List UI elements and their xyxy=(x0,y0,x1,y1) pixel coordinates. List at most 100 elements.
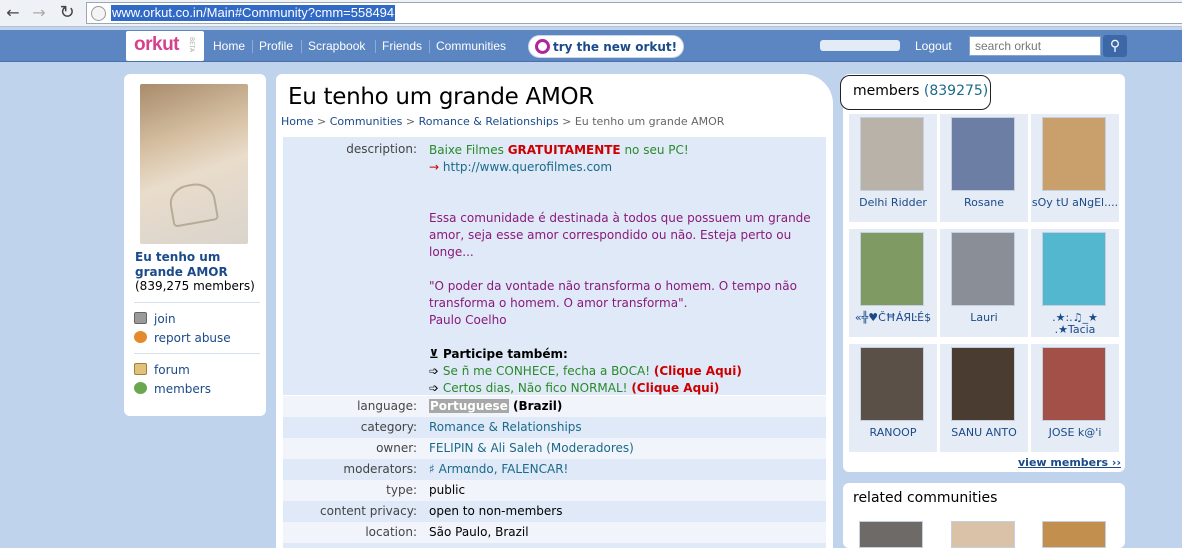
breadcrumb: Home > Communities > Romance & Relations… xyxy=(281,115,724,128)
privacy-value: open to non-members xyxy=(429,504,563,518)
member-card[interactable]: «╬♥ČĦÁЯĿÉ$ xyxy=(849,229,937,337)
member-card[interactable]: JOSE k@'i xyxy=(1031,344,1119,452)
sand-heart-drawing xyxy=(166,180,220,228)
nav-home[interactable]: Home xyxy=(213,39,245,53)
type-row: type: public xyxy=(283,480,826,501)
related-link-1[interactable]: ➩ Se ñ me CONHECE, fecha a BOCA! (Clique… xyxy=(429,363,819,380)
moderators-row: moderators: ♯ Armαndo, FALENCAR! xyxy=(283,459,826,480)
members-panel: Delhi Ridder Rosane sOy tU aNgEl.... «╬♥… xyxy=(843,74,1125,472)
back-arrow-icon[interactable]: ← xyxy=(2,3,24,23)
members-heading: members (839275) xyxy=(840,75,991,110)
breadcrumb-category[interactable]: Romance & Relationships xyxy=(419,115,559,128)
related-communities-panel: related communities xyxy=(843,483,1125,548)
breadcrumb-sep: > xyxy=(405,115,416,128)
related-link-text: Se ñ me CONHECE, fecha a BOCA! xyxy=(439,364,654,378)
nav-scrapbook[interactable]: Scrapbook xyxy=(308,39,365,53)
page-icon xyxy=(91,6,106,21)
member-name[interactable]: Delhi Ridder xyxy=(849,197,937,209)
related-community-image[interactable] xyxy=(951,521,1015,548)
reload-icon[interactable]: ↻ xyxy=(56,3,78,23)
description-text: Baixe Filmes GRATUITAMENTE no seu PC! → … xyxy=(429,142,819,397)
category-row: category: Romance & Relationships xyxy=(283,417,826,438)
logo-text: orkut xyxy=(134,34,180,55)
divider xyxy=(134,353,260,354)
member-name[interactable]: .★:.♫_★ .★Tacia xyxy=(1031,312,1119,336)
member-card[interactable]: RANOOP xyxy=(849,344,937,452)
owner-link[interactable]: FELIPIN & Ali Saleh (Moderadores) xyxy=(429,441,634,455)
member-name[interactable]: «╬♥ČĦÁЯĿÉ$ xyxy=(849,312,937,324)
member-card[interactable]: SANU ANTO xyxy=(940,344,1028,452)
forward-arrow-icon[interactable]: → xyxy=(28,3,50,23)
member-name[interactable]: RANOOP xyxy=(849,427,937,439)
orkut-logo[interactable]: orkut BETA xyxy=(126,31,204,61)
nav-friends[interactable]: Friends xyxy=(382,39,422,53)
breadcrumb-home[interactable]: Home xyxy=(281,115,313,128)
beta-label: BETA xyxy=(188,37,195,53)
member-name[interactable]: sOy tU aNgEl.... xyxy=(1031,197,1119,209)
nav-divider xyxy=(375,40,376,53)
try-new-orkut-button[interactable]: try the new orkut! xyxy=(528,35,684,58)
address-bar[interactable]: www.orkut.co.in/Main#Community?cmm=55849… xyxy=(86,2,1182,24)
member-photo[interactable] xyxy=(1042,232,1106,306)
member-photo[interactable] xyxy=(860,232,924,306)
language-highlight: Portuguese xyxy=(429,399,509,413)
join-icon xyxy=(134,312,147,324)
nav-divider xyxy=(301,40,302,53)
member-photo[interactable] xyxy=(951,232,1015,306)
community-name-link[interactable]: Eu tenho um grande AMOR xyxy=(135,250,260,280)
category-link[interactable]: Romance & Relationships xyxy=(429,420,582,434)
members-title-text: members xyxy=(853,83,920,99)
member-photo[interactable] xyxy=(951,347,1015,421)
quote-author: Paulo Coelho xyxy=(429,313,507,327)
nav-profile[interactable]: Profile xyxy=(259,39,293,53)
forum-icon xyxy=(134,363,147,375)
member-name[interactable]: JOSE k@'i xyxy=(1031,427,1119,439)
type-label: type: xyxy=(386,483,417,497)
owner-row: owner: FELIPIN & Ali Saleh (Moderadores) xyxy=(283,438,826,459)
member-card[interactable]: Rosane xyxy=(940,114,1028,222)
page-title: Eu tenho um grande AMOR xyxy=(288,84,594,110)
member-card[interactable]: Lauri xyxy=(940,229,1028,337)
breadcrumb-communities[interactable]: Communities xyxy=(330,115,403,128)
privacy-label: content privacy: xyxy=(320,504,417,518)
browser-toolbar: ← → ↻ www.orkut.co.in/Main#Community?cmm… xyxy=(0,0,1182,27)
clique-aqui-link[interactable]: (Clique Aqui) xyxy=(631,381,719,395)
member-photo[interactable] xyxy=(860,347,924,421)
member-card[interactable]: .★:.♫_★ .★Tacia xyxy=(1031,229,1119,337)
member-photo[interactable] xyxy=(1042,347,1106,421)
try-new-label: try the new orkut! xyxy=(553,40,678,54)
promo-link[interactable]: http://www.querofilmes.com xyxy=(439,160,612,174)
url-text[interactable]: www.orkut.co.in/Main#Community?cmm=55849… xyxy=(111,5,396,21)
category-label: category: xyxy=(360,420,417,434)
related-link-2[interactable]: ➩ Certos dias, Não fico NORMAL! (Clique … xyxy=(429,380,819,397)
nav-communities[interactable]: Communities xyxy=(436,39,506,53)
user-email-redacted xyxy=(820,40,900,51)
promo-line: Baixe Filmes GRATUITAMENTE no seu PC! xyxy=(429,142,819,159)
next-row xyxy=(283,543,826,548)
related-community-image[interactable] xyxy=(859,521,923,548)
language-value: Portuguese (Brazil) xyxy=(429,399,562,413)
community-photo[interactable] xyxy=(140,84,248,244)
search-icon[interactable]: ⚲ xyxy=(1103,35,1127,57)
breadcrumb-current: Eu tenho um grande AMOR xyxy=(574,115,725,128)
search-input[interactable]: search orkut xyxy=(969,36,1101,56)
view-members-link[interactable]: view members ›› xyxy=(1018,456,1121,469)
member-photo[interactable] xyxy=(951,117,1015,191)
promo-text-end: no seu PC! xyxy=(620,143,689,157)
member-name[interactable]: SANU ANTO xyxy=(940,427,1028,439)
member-name[interactable]: Lauri xyxy=(940,312,1028,324)
member-name[interactable]: Rosane xyxy=(940,197,1028,209)
arrow-icon: → xyxy=(429,160,440,174)
clique-aqui-link[interactable]: (Clique Aqui) xyxy=(654,364,742,378)
member-photo[interactable] xyxy=(1042,117,1106,191)
promo-link-line: → http://www.querofilmes.com xyxy=(429,159,819,176)
related-community-image[interactable] xyxy=(1042,521,1106,548)
member-photo[interactable] xyxy=(860,117,924,191)
member-card[interactable]: Delhi Ridder xyxy=(849,114,937,222)
logout-link[interactable]: Logout xyxy=(915,39,952,53)
member-card[interactable]: sOy tU aNgEl.... xyxy=(1031,114,1119,222)
moderators-links[interactable]: ♯ Armαndo, FALENCAR! xyxy=(429,462,568,476)
privacy-row: content privacy: open to non-members xyxy=(283,501,826,522)
participe-text: Participe também: xyxy=(442,347,568,361)
